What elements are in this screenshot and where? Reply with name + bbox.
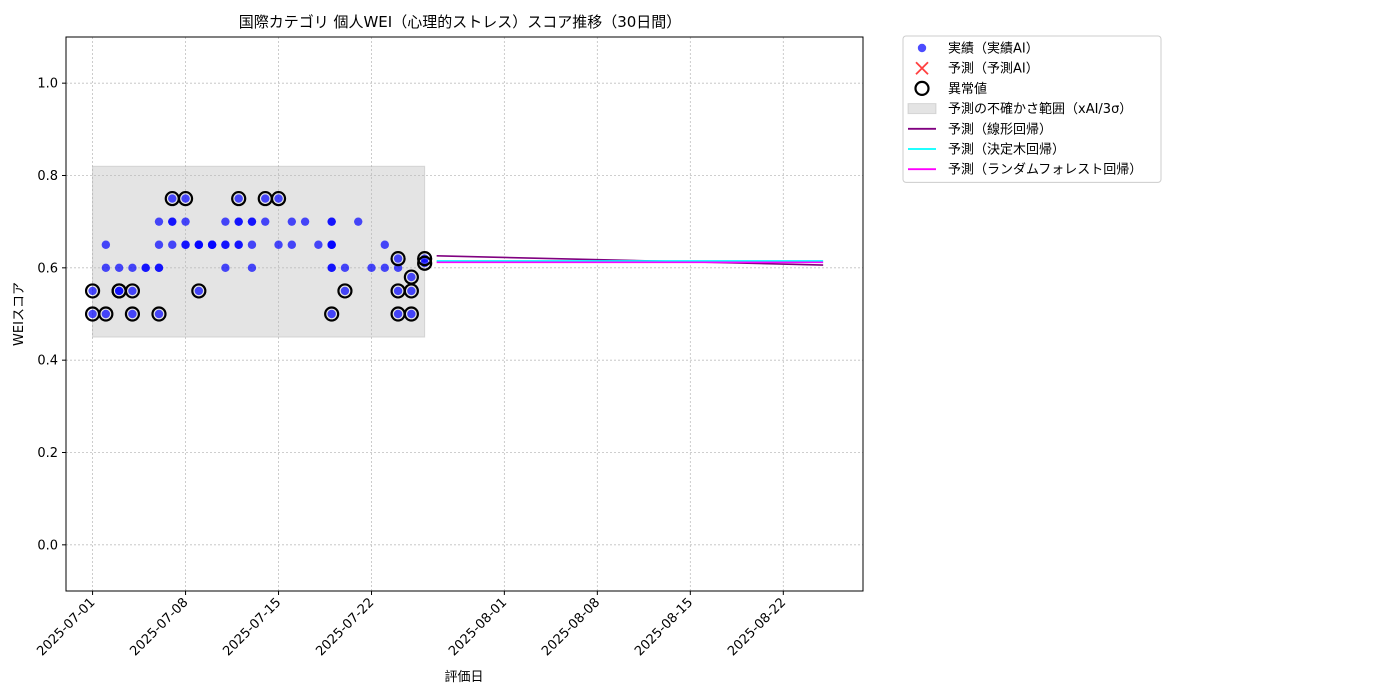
legend-label: 予測（ランダムフォレスト回帰） xyxy=(948,162,1142,178)
actual-point xyxy=(207,240,217,249)
actual-point xyxy=(407,286,416,296)
actual-point xyxy=(247,263,257,273)
actual-point xyxy=(407,272,416,282)
actual-point xyxy=(154,240,164,249)
x-tick-label: 2025-07-15 xyxy=(220,595,284,659)
actual-point xyxy=(340,263,350,273)
actual-point xyxy=(287,240,297,249)
actual-point xyxy=(181,194,190,203)
x-tick-label: 2025-08-01 xyxy=(446,595,510,659)
actual-point xyxy=(327,263,336,273)
x-tick-label: 2025-08-22 xyxy=(725,595,789,659)
chart-figure: 国際カテゴリ 個人WEI（心理的ストレス）スコア推移（30日間） 0.00.20… xyxy=(12,13,1162,685)
y-tick-label: 0.2 xyxy=(37,446,58,461)
actual-point xyxy=(128,263,137,273)
x-axis-label: 評価日 xyxy=(444,670,483,685)
y-tick-label: 0.8 xyxy=(37,169,58,184)
actual-point xyxy=(154,263,164,273)
actual-point xyxy=(128,286,137,296)
actual-point xyxy=(274,240,283,249)
actual-point xyxy=(393,309,403,319)
actual-point xyxy=(221,240,230,249)
actual-point xyxy=(221,217,230,226)
legend-label: 予測（決定木回帰） xyxy=(948,142,1065,158)
actual-point xyxy=(234,240,243,249)
actual-point xyxy=(393,286,403,296)
actual-point xyxy=(247,217,257,226)
actual-point xyxy=(261,194,270,203)
actual-point xyxy=(154,309,164,319)
uncertainty-band xyxy=(92,165,426,338)
y-tick-label: 0.6 xyxy=(37,261,58,276)
x-tick-label: 2025-07-08 xyxy=(127,595,191,659)
actual-point xyxy=(88,309,97,319)
actual-point xyxy=(354,217,363,226)
actual-point xyxy=(141,263,150,273)
actual-point xyxy=(380,263,389,273)
y-tick-label: 0.0 xyxy=(37,538,58,553)
legend-swatch-band xyxy=(907,103,937,115)
actual-point xyxy=(393,254,403,263)
x-tick-label: 2025-07-01 xyxy=(34,595,98,659)
actual-point xyxy=(181,217,190,226)
actual-point xyxy=(314,240,323,249)
plot-area: 0.0 0.2 0.4 0.6 0.8 1.0 2025-07-01 2025-07-08 20… xyxy=(34,36,864,659)
actual-point xyxy=(88,286,97,296)
actual-point xyxy=(340,286,350,296)
y-axis-label: WEIスコア xyxy=(12,282,27,346)
actual-point xyxy=(367,263,376,273)
actual-point xyxy=(234,194,243,203)
actual-point xyxy=(168,240,177,249)
actual-point xyxy=(101,240,111,249)
legend-label: 予測の不確かさ範囲（xAI/3σ） xyxy=(948,101,1132,117)
x-tick-label: 2025-08-08 xyxy=(539,595,603,659)
actual-point xyxy=(327,240,336,249)
y-tick-label: 1.0 xyxy=(37,77,58,92)
actual-point xyxy=(168,217,177,226)
actual-point xyxy=(274,194,283,203)
actual-point xyxy=(287,217,297,226)
legend-swatch-dot xyxy=(917,43,927,53)
actual-point xyxy=(261,217,270,226)
x-tick-label: 2025-08-15 xyxy=(632,595,696,659)
actual-point xyxy=(194,286,204,296)
actual-point xyxy=(221,263,230,273)
actual-point xyxy=(114,263,124,273)
legend-label: 異常値 xyxy=(948,81,987,97)
actual-point xyxy=(101,309,111,319)
y-tick-label: 0.4 xyxy=(37,354,58,369)
actual-point xyxy=(234,217,243,226)
actual-point xyxy=(128,309,137,319)
actual-point xyxy=(154,217,164,226)
actual-point xyxy=(247,240,257,249)
actual-point xyxy=(168,194,177,203)
actual-point xyxy=(327,217,336,226)
actual-point xyxy=(300,217,310,226)
actual-point xyxy=(181,240,190,249)
chart-title: 国際カテゴリ 個人WEI（心理的ストレス）スコア推移（30日間） xyxy=(239,13,682,31)
actual-point xyxy=(380,240,389,249)
legend-label: 予測（線形回帰） xyxy=(948,121,1052,137)
legend: 実績（実績AI） 予測（予測AI） 異常値予測の不確かさ範囲（xAI/3σ） 予測（線… xyxy=(902,35,1162,183)
actual-point xyxy=(327,309,336,319)
actual-point xyxy=(101,263,111,273)
actual-point xyxy=(114,286,124,296)
legend-label: 予測（予測AI） xyxy=(948,62,1039,77)
legend-label: 実績（実績AI） xyxy=(948,41,1039,57)
actual-point xyxy=(407,309,416,319)
x-tick-label: 2025-07-22 xyxy=(313,595,377,659)
actual-point xyxy=(194,240,204,249)
